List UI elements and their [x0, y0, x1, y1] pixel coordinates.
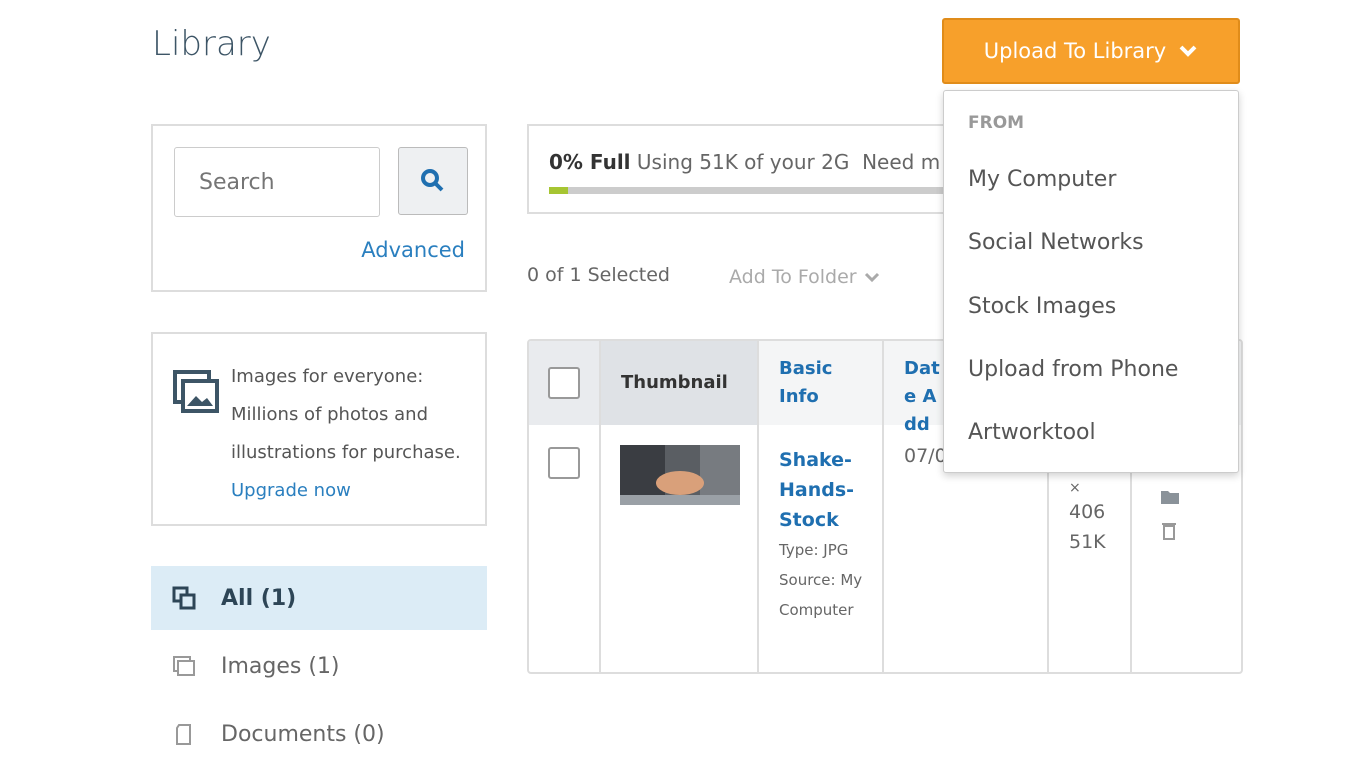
header-label: Thumbnail	[621, 372, 728, 393]
search-button[interactable]	[398, 147, 468, 215]
file-source: Source: My Computer	[779, 571, 863, 619]
dims-separator: ×	[1069, 480, 1081, 496]
storage-percent: 0% Full	[549, 150, 631, 174]
basic-info-cell: Shake-Hands-Stock Type: JPG Source: My C…	[759, 425, 884, 672]
nav-item-images[interactable]: Images (1)	[151, 634, 487, 698]
header-basic-info[interactable]: Basic Info	[759, 341, 884, 425]
nav-item-all[interactable]: All (1)	[151, 566, 487, 630]
storage-progress-fill	[549, 187, 568, 194]
dims-height: 406	[1069, 501, 1106, 523]
row-checkbox[interactable]	[548, 447, 580, 479]
header-label: Basic Info	[779, 358, 833, 407]
storage-meter: 0% Full Using 51K of your 2G Need m	[527, 124, 947, 214]
page-title: Library	[152, 24, 271, 64]
search-input[interactable]	[174, 147, 380, 217]
menu-item-artworktool[interactable]: Artworktool	[968, 420, 1096, 445]
menu-heading: FROM	[968, 113, 1025, 133]
add-to-folder-label: Add To Folder	[729, 266, 857, 288]
header-thumbnail[interactable]: Thumbnail	[601, 341, 759, 425]
row-select-cell	[529, 425, 601, 672]
stock-images-icon	[173, 370, 219, 413]
menu-item-social-networks[interactable]: Social Networks	[968, 230, 1144, 255]
menu-item-my-computer[interactable]: My Computer	[968, 167, 1116, 192]
trash-icon[interactable]	[1161, 521, 1177, 541]
advanced-search-link[interactable]: Advanced	[361, 238, 465, 262]
upgrade-now-link[interactable]: Upgrade now	[231, 480, 351, 501]
folder-icon[interactable]	[1160, 489, 1180, 505]
file-size: 51K	[1069, 531, 1106, 553]
thumbnail-image[interactable]	[620, 445, 740, 505]
upload-to-library-button[interactable]: Upload To Library	[942, 18, 1240, 84]
nav-item-documents[interactable]: Documents (0)	[151, 702, 487, 766]
all-files-icon	[172, 586, 196, 610]
thumbnail-cell	[601, 425, 759, 672]
chevron-down-icon	[1179, 45, 1197, 57]
image-icon	[173, 656, 195, 676]
nav-label: Documents (0)	[221, 721, 385, 747]
nav-label: Images (1)	[221, 653, 340, 679]
storage-cta: Need m	[862, 150, 941, 174]
upload-label: Upload To Library	[983, 39, 1167, 63]
promo-text: Images for everyone: Millions of photos …	[231, 366, 461, 463]
search-panel: Advanced	[151, 124, 487, 292]
file-type: Type: JPG	[779, 541, 849, 559]
file-name-link[interactable]: Shake-Hands-Stock	[779, 445, 859, 535]
upload-source-menu: FROM My Computer Social Networks Stock I…	[943, 90, 1239, 473]
chevron-down-icon	[864, 272, 879, 283]
select-all-checkbox[interactable]	[548, 367, 580, 399]
header-select-cell	[529, 341, 601, 425]
storage-usage: Using 51K of your 2G	[636, 150, 850, 174]
add-to-folder-dropdown[interactable]: Add To Folder	[729, 266, 881, 288]
menu-item-stock-images[interactable]: Stock Images	[968, 294, 1116, 319]
search-icon	[421, 169, 444, 192]
storage-progress-bar	[549, 187, 947, 194]
nav-label: All (1)	[221, 585, 297, 611]
document-icon	[176, 724, 191, 745]
selection-count: 0 of 1 Selected	[527, 264, 670, 286]
promo-box: Images for everyone: Millions of photos …	[151, 332, 487, 526]
menu-item-upload-from-phone[interactable]: Upload from Phone	[968, 357, 1178, 382]
